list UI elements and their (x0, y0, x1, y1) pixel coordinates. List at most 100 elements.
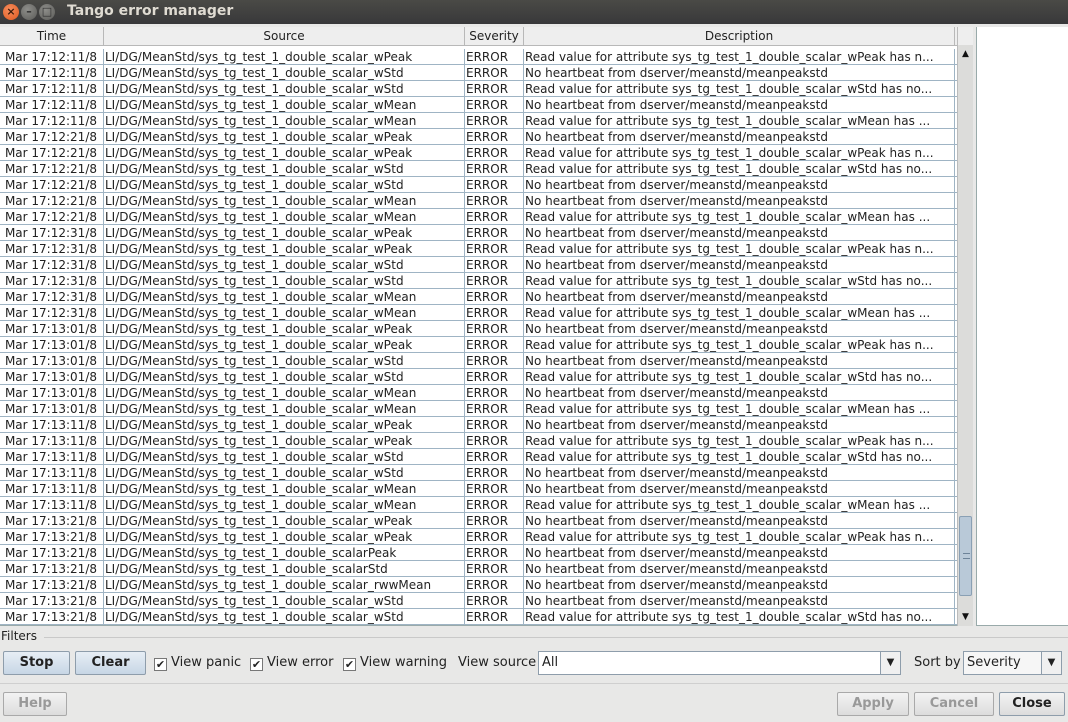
cell-description: Read value for attribute sys_tg_test_1_d… (524, 209, 955, 225)
table-row[interactable]: 8/Mar 17:12:21 LI/DG/MeanStd/sys_tg_test_… (0, 129, 957, 145)
scroll-up-arrow-icon[interactable]: ▲ (958, 47, 973, 61)
table-row[interactable]: 8/Mar 17:12:11 LI/DG/MeanStd/sys_tg_test_… (0, 81, 957, 97)
cell-source: LI/DG/MeanStd/sys_tg_test_1_double_scala… (104, 305, 465, 321)
view-error-checkbox[interactable]: ✔ View error (250, 654, 333, 672)
table-row[interactable]: 8/Mar 17:12:21 LI/DG/MeanStd/sys_tg_test_… (0, 209, 957, 225)
sort-by-select[interactable]: Severity ▼ (963, 651, 1062, 675)
window-minimize-icon[interactable]: – (21, 4, 37, 20)
scroll-down-arrow-icon[interactable]: ▼ (958, 610, 973, 624)
close-button[interactable]: Close (999, 692, 1065, 716)
table-row[interactable]: 8/Mar 17:12:11 LI/DG/MeanStd/sys_tg_test_… (0, 49, 957, 65)
stop-button[interactable]: Stop (3, 651, 70, 675)
table-row[interactable]: 8/Mar 17:13:01 LI/DG/MeanStd/sys_tg_test_… (0, 401, 957, 417)
footer-divider (0, 683, 1068, 684)
cell-source: LI/DG/MeanStd/sys_tg_test_1_double_scala… (104, 593, 465, 609)
cell-severity: ERROR (465, 401, 524, 417)
cell-severity: ERROR (465, 513, 524, 529)
table-row[interactable]: 8/Mar 17:13:01 LI/DG/MeanStd/sys_tg_test_… (0, 353, 957, 369)
window-title: Tango error manager (67, 3, 234, 19)
checkbox-check-icon[interactable]: ✔ (343, 658, 356, 671)
table-row[interactable]: 8/Mar 17:13:21 LI/DG/MeanStd/sys_tg_test_… (0, 529, 957, 545)
chevron-down-icon[interactable]: ▼ (880, 652, 900, 674)
table-row[interactable]: 8/Mar 17:12:31 LI/DG/MeanStd/sys_tg_test_… (0, 273, 957, 289)
cell-description: Read value for attribute sys_tg_test_1_d… (524, 369, 955, 385)
view-error-label: View error (267, 655, 334, 670)
view-panic-checkbox[interactable]: ✔ View panic (154, 654, 241, 672)
view-source-select[interactable]: All ▼ (538, 651, 901, 675)
window-close-icon[interactable]: × (3, 4, 19, 20)
table-row[interactable]: 8/Mar 17:13:21 LI/DG/MeanStd/sys_tg_test_… (0, 593, 957, 609)
cell-severity: ERROR (465, 481, 524, 497)
table-row[interactable]: 8/Mar 17:12:31 LI/DG/MeanStd/sys_tg_test_… (0, 257, 957, 273)
column-header-description[interactable]: Description (524, 27, 955, 46)
cell-source: LI/DG/MeanStd/sys_tg_test_1_double_scala… (104, 321, 465, 337)
table-row[interactable]: 8/Mar 17:12:11 LI/DG/MeanStd/sys_tg_test_… (0, 97, 957, 113)
cell-description: Read value for attribute sys_tg_test_1_d… (524, 449, 955, 465)
table-row[interactable]: 8/Mar 17:13:21 LI/DG/MeanStd/sys_tg_test_… (0, 545, 957, 561)
table-row[interactable]: 8/Mar 17:12:21 LI/DG/MeanStd/sys_tg_test_… (0, 161, 957, 177)
cell-severity: ERROR (465, 433, 524, 449)
cell-time: 8/Mar 17:13:21 (0, 577, 104, 593)
cell-source: LI/DG/MeanStd/sys_tg_test_1_double_scala… (104, 225, 465, 241)
cell-time: 8/Mar 17:12:31 (0, 225, 104, 241)
cell-severity: ERROR (465, 465, 524, 481)
table-row[interactable]: 8/Mar 17:13:11 LI/DG/MeanStd/sys_tg_test_… (0, 433, 957, 449)
table-row[interactable]: 8/Mar 17:13:11 LI/DG/MeanStd/sys_tg_test_… (0, 417, 957, 433)
cell-source: LI/DG/MeanStd/sys_tg_test_1_double_scala… (104, 177, 465, 193)
view-warning-checkbox[interactable]: ✔ View warning (343, 654, 447, 672)
table-row[interactable]: 8/Mar 17:13:11 LI/DG/MeanStd/sys_tg_test_… (0, 449, 957, 465)
column-header-severity[interactable]: Severity (465, 27, 524, 46)
table-row[interactable]: 8/Mar 17:13:21 LI/DG/MeanStd/sys_tg_test_… (0, 513, 957, 529)
table-row[interactable]: 8/Mar 17:13:01 LI/DG/MeanStd/sys_tg_test_… (0, 337, 957, 353)
close-button-label: Close (1012, 696, 1052, 711)
cell-severity: ERROR (465, 193, 524, 209)
cell-description: Read value for attribute sys_tg_test_1_d… (524, 81, 955, 97)
clear-button[interactable]: Clear (75, 651, 146, 675)
cell-description: Read value for attribute sys_tg_test_1_d… (524, 337, 955, 353)
help-button[interactable]: Help (3, 692, 67, 716)
checkbox-check-icon[interactable]: ✔ (250, 658, 263, 671)
table-row[interactable]: 8/Mar 17:13:01 LI/DG/MeanStd/sys_tg_test_… (0, 369, 957, 385)
cell-description: No heartbeat from dserver/meanstd/meanpe… (524, 193, 955, 209)
cell-source: LI/DG/MeanStd/sys_tg_test_1_double_scala… (104, 481, 465, 497)
table-row[interactable]: 8/Mar 17:13:01 LI/DG/MeanStd/sys_tg_test_… (0, 321, 957, 337)
error-table[interactable]: Time Source Severity Description 8/Mar 1… (0, 27, 957, 626)
sort-by-value: Severity (967, 655, 1021, 670)
table-row[interactable]: 8/Mar 17:12:21 LI/DG/MeanStd/sys_tg_test_… (0, 145, 957, 161)
cell-description: No heartbeat from dserver/meanstd/meanpe… (524, 561, 955, 577)
table-row[interactable]: 8/Mar 17:13:01 LI/DG/MeanStd/sys_tg_test_… (0, 385, 957, 401)
table-row[interactable]: 8/Mar 17:13:11 LI/DG/MeanStd/sys_tg_test_… (0, 481, 957, 497)
cell-source: LI/DG/MeanStd/sys_tg_test_1_double_scala… (104, 65, 465, 81)
table-row[interactable]: 8/Mar 17:12:31 LI/DG/MeanStd/sys_tg_test_… (0, 289, 957, 305)
cell-severity: ERROR (465, 65, 524, 81)
cancel-button[interactable]: Cancel (914, 692, 994, 716)
table-row[interactable]: 8/Mar 17:12:31 LI/DG/MeanStd/sys_tg_test_… (0, 225, 957, 241)
table-row[interactable]: 8/Mar 17:12:11 LI/DG/MeanStd/sys_tg_test_… (0, 65, 957, 81)
table-row[interactable]: 8/Mar 17:12:21 LI/DG/MeanStd/sys_tg_test_… (0, 193, 957, 209)
table-row[interactable]: 8/Mar 17:12:11 LI/DG/MeanStd/sys_tg_test_… (0, 113, 957, 129)
cell-severity: ERROR (465, 529, 524, 545)
checkbox-check-icon[interactable]: ✔ (154, 658, 167, 671)
table-row[interactable]: 8/Mar 17:13:11 LI/DG/MeanStd/sys_tg_test_… (0, 497, 957, 513)
cell-description: Read value for attribute sys_tg_test_1_d… (524, 609, 955, 625)
scrollbar-thumb[interactable] (959, 516, 972, 596)
column-header-time[interactable]: Time (0, 27, 104, 46)
cell-severity: ERROR (465, 241, 524, 257)
table-row[interactable]: 8/Mar 17:12:31 LI/DG/MeanStd/sys_tg_test_… (0, 305, 957, 321)
column-header-source[interactable]: Source (104, 27, 465, 46)
table-row[interactable]: 8/Mar 17:13:21 LI/DG/MeanStd/sys_tg_test_… (0, 561, 957, 577)
table-row[interactable]: 8/Mar 17:12:31 LI/DG/MeanStd/sys_tg_test_… (0, 241, 957, 257)
apply-button[interactable]: Apply (837, 692, 909, 716)
chevron-down-icon[interactable]: ▼ (1041, 652, 1061, 674)
cell-source: LI/DG/MeanStd/sys_tg_test_1_double_scala… (104, 497, 465, 513)
table-row[interactable]: 8/Mar 17:13:11 LI/DG/MeanStd/sys_tg_test_… (0, 465, 957, 481)
table-row[interactable]: 8/Mar 17:12:21 LI/DG/MeanStd/sys_tg_test_… (0, 177, 957, 193)
table-vertical-scrollbar[interactable]: ▲ ▼ (957, 45, 973, 626)
cell-time: 8/Mar 17:12:11 (0, 65, 104, 81)
cell-severity: ERROR (465, 81, 524, 97)
cell-description: No heartbeat from dserver/meanstd/meanpe… (524, 593, 955, 609)
cell-time: 8/Mar 17:13:01 (0, 353, 104, 369)
window-maximize-icon[interactable]: □ (39, 4, 55, 20)
table-row[interactable]: 8/Mar 17:13:21 LI/DG/MeanStd/sys_tg_test_… (0, 609, 957, 625)
table-row[interactable]: 8/Mar 17:13:21 LI/DG/MeanStd/sys_tg_test_… (0, 577, 957, 593)
